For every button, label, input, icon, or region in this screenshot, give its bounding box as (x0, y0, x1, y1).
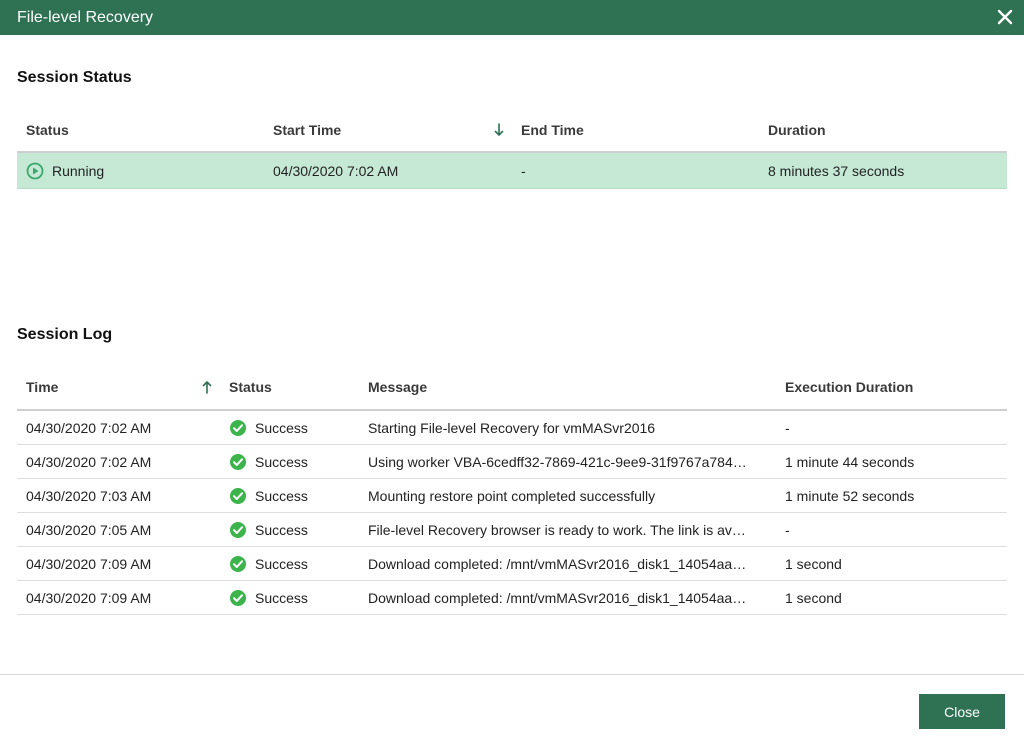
close-button[interactable]: Close (919, 694, 1005, 729)
success-check-icon (229, 419, 247, 437)
log-time: 04/30/2020 7:02 AM (26, 453, 152, 470)
log-duration: - (785, 521, 790, 538)
success-check-icon (229, 555, 247, 573)
log-status-text: Success (255, 589, 308, 606)
log-duration: 1 minute 52 seconds (785, 487, 915, 504)
end-time-cell: - (521, 162, 526, 179)
log-row[interactable]: 04/30/2020 7:02 AM Success Using worker … (17, 445, 1007, 479)
log-message: Download completed: /mnt/vmMASvr2016_dis… (368, 555, 747, 572)
log-status: Success (229, 411, 308, 444)
log-time: 04/30/2020 7:09 AM (26, 589, 152, 606)
log-status-text: Success (255, 487, 308, 504)
start-time-cell: 04/30/2020 7:02 AM (273, 162, 399, 179)
log-status: Success (229, 513, 308, 546)
log-message: Starting File-level Recovery for vmMASvr… (368, 419, 656, 436)
sort-ascending-icon[interactable] (202, 365, 212, 409)
log-status-text: Success (255, 555, 308, 572)
close-icon[interactable] (995, 7, 1015, 27)
column-header-duration[interactable]: Duration (768, 109, 826, 151)
session-status-heading: Session Status (17, 69, 132, 86)
log-duration: 1 minute 44 seconds (785, 453, 915, 470)
dialog-title-bar: File-level Recovery (0, 0, 1024, 35)
session-status-row[interactable]: Running 04/30/2020 7:02 AM - 8 minutes 3… (17, 153, 1007, 189)
duration-cell: 8 minutes 37 seconds (768, 162, 905, 179)
session-log-header-row: Time Status Message Execution Duration (17, 365, 1007, 411)
log-row[interactable]: 04/30/2020 7:09 AM Success Download comp… (17, 547, 1007, 581)
status-text: Running (52, 162, 105, 179)
log-status: Success (229, 581, 308, 614)
column-header-message[interactable]: Message (368, 365, 427, 409)
file-level-recovery-dialog: File-level Recovery Session Status Statu… (0, 0, 1024, 746)
log-row[interactable]: 04/30/2020 7:02 AM Success Starting File… (17, 411, 1007, 445)
log-row[interactable]: 04/30/2020 7:03 AM Success Mounting rest… (17, 479, 1007, 513)
session-status-grid: Status Start Time End Time Duration Runn… (17, 109, 1007, 189)
footer-divider (0, 674, 1024, 675)
column-header-end-time[interactable]: End Time (521, 109, 584, 151)
column-header-execution-duration[interactable]: Execution Duration (785, 365, 913, 409)
dialog-title: File-level Recovery (17, 8, 154, 26)
log-time: 04/30/2020 7:09 AM (26, 555, 152, 572)
session-log-grid: Time Status Message Execution Duration 0… (17, 365, 1007, 615)
column-header-start-time[interactable]: Start Time (273, 109, 341, 151)
success-check-icon (229, 487, 247, 505)
column-header-status[interactable]: Status (26, 109, 69, 151)
log-row[interactable]: 04/30/2020 7:09 AM Success Download comp… (17, 581, 1007, 615)
success-check-icon (229, 453, 247, 471)
column-header-status[interactable]: Status (229, 365, 272, 409)
log-status: Success (229, 445, 308, 478)
log-status-text: Success (255, 419, 308, 436)
session-log-heading: Session Log (17, 326, 113, 343)
session-status-header-row: Status Start Time End Time Duration (17, 109, 1007, 153)
success-check-icon (229, 521, 247, 539)
sort-descending-icon[interactable] (494, 109, 504, 151)
log-time: 04/30/2020 7:05 AM (26, 521, 152, 538)
log-status: Success (229, 547, 308, 580)
log-duration: 1 second (785, 589, 842, 606)
log-duration: 1 second (785, 555, 842, 572)
log-status: Success (229, 479, 308, 512)
log-message: Mounting restore point completed success… (368, 487, 656, 504)
log-message: Download completed: /mnt/vmMASvr2016_dis… (368, 589, 747, 606)
success-check-icon (229, 589, 247, 607)
log-time: 04/30/2020 7:03 AM (26, 487, 152, 504)
log-duration: - (785, 419, 790, 436)
log-message: Using worker VBA-6cedff32-7869-421c-9ee9… (368, 453, 747, 470)
log-status-text: Success (255, 521, 308, 538)
column-header-time[interactable]: Time (26, 365, 58, 409)
log-status-text: Success (255, 453, 308, 470)
running-play-icon (26, 162, 44, 180)
log-message: File-level Recovery browser is ready to … (368, 521, 746, 538)
log-time: 04/30/2020 7:02 AM (26, 419, 152, 436)
status-cell: Running (26, 153, 104, 188)
log-row[interactable]: 04/30/2020 7:05 AM Success File-level Re… (17, 513, 1007, 547)
